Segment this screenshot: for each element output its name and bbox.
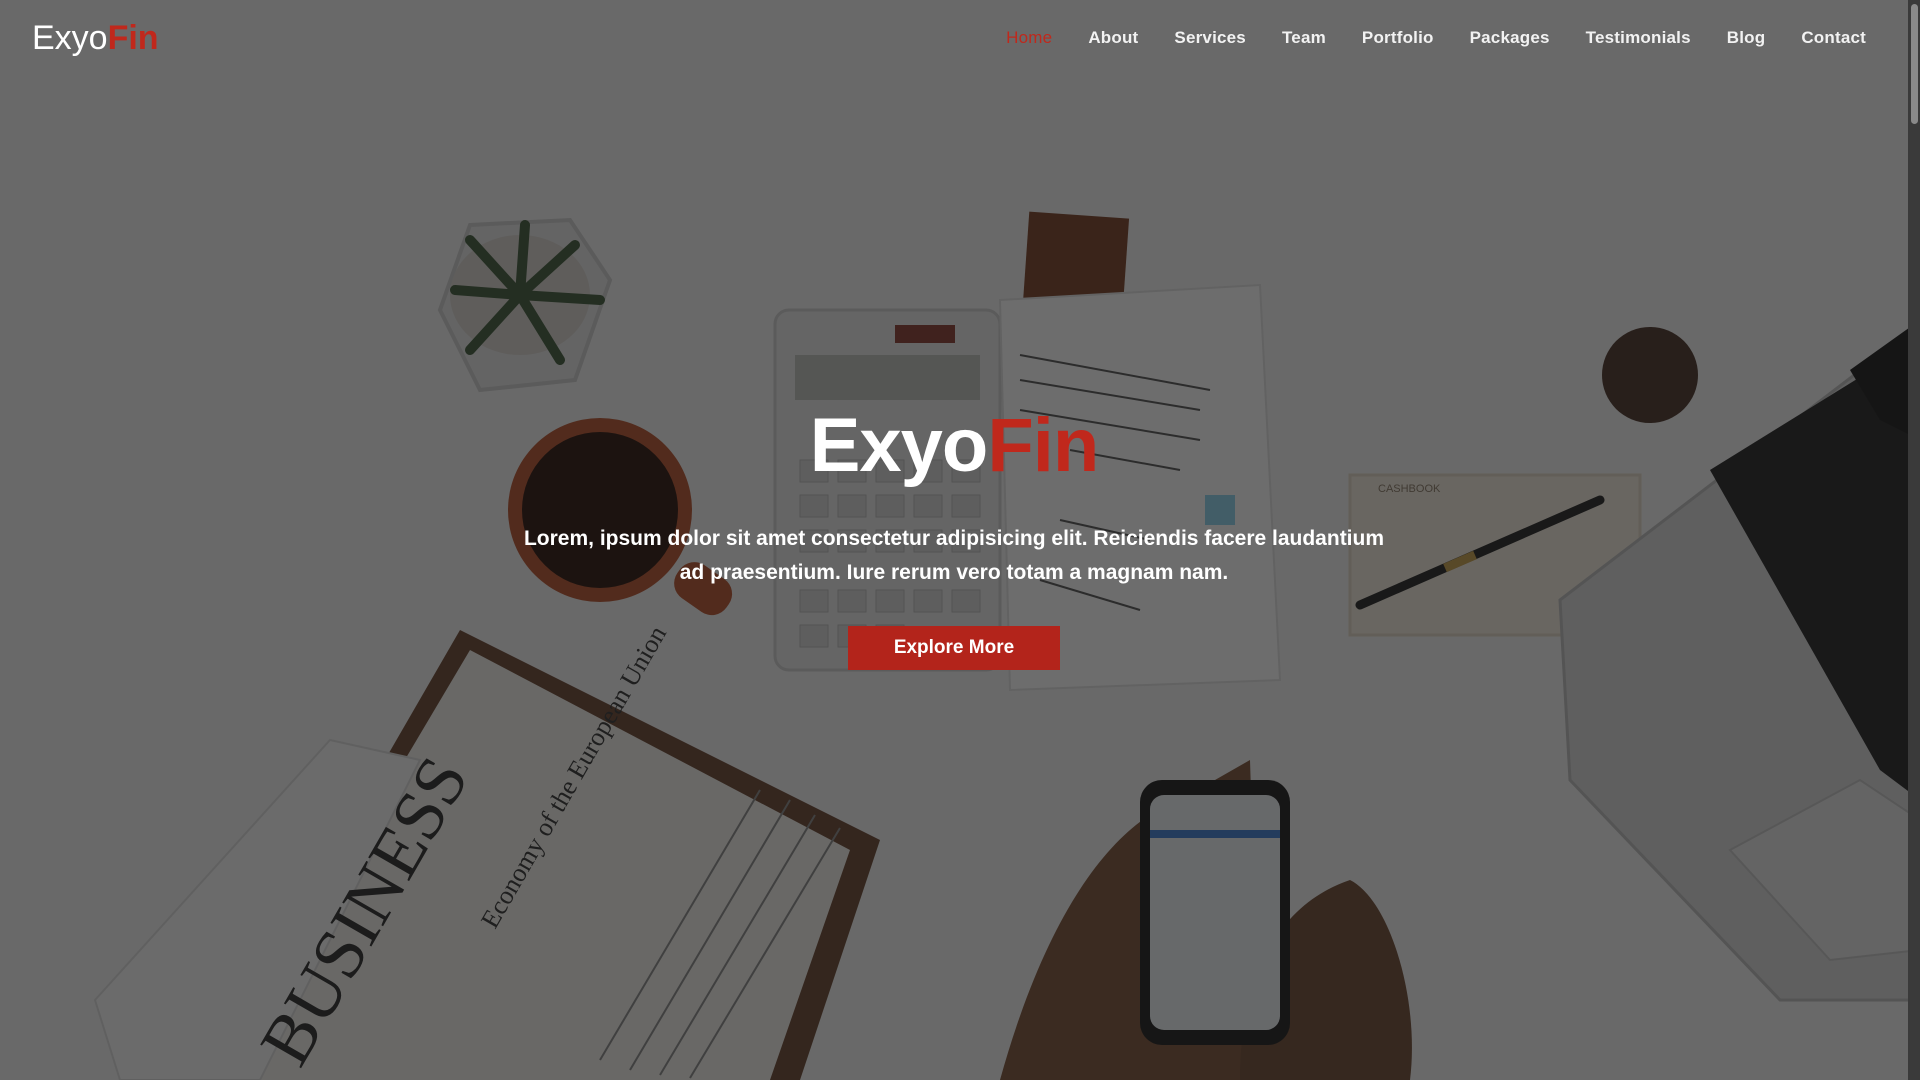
hero-title-main: Exyo	[809, 403, 989, 488]
nav-link-team[interactable]: Team	[1282, 28, 1326, 48]
page-scrollbar[interactable]	[1908, 0, 1920, 1080]
hero-title: ExyoFin	[810, 408, 1100, 484]
explore-more-button[interactable]: Explore More	[848, 626, 1060, 670]
nav-link-portfolio[interactable]: Portfolio	[1362, 28, 1434, 48]
page: CASHBOOK BUSINESS Economy of the Europea…	[0, 0, 1920, 1080]
hero-section: ExyoFin Lorem, ipsum dolor sit amet cons…	[0, 408, 1908, 670]
nav-link-contact[interactable]: Contact	[1801, 28, 1866, 48]
nav-link-packages[interactable]: Packages	[1470, 28, 1550, 48]
logo-main-text: Exyo	[32, 18, 108, 57]
hero-description: Lorem, ipsum dolor sit amet consectetur …	[523, 527, 1385, 584]
scrollbar-thumb[interactable]	[1911, 4, 1918, 124]
top-navbar: ExyoFin Home About Services Team Portfol…	[0, 0, 1908, 76]
nav-link-home[interactable]: Home	[1006, 28, 1052, 48]
site-logo[interactable]: ExyoFin	[32, 19, 159, 58]
nav-link-blog[interactable]: Blog	[1727, 28, 1766, 48]
nav-link-about[interactable]: About	[1088, 28, 1138, 48]
hero-title-accent: Fin	[987, 403, 1099, 488]
nav-link-testimonials[interactable]: Testimonials	[1586, 28, 1691, 48]
nav-menu: Home About Services Team Portfolio Packa…	[1006, 28, 1866, 48]
nav-link-services[interactable]: Services	[1174, 28, 1246, 48]
logo-accent-text: Fin	[107, 18, 159, 57]
